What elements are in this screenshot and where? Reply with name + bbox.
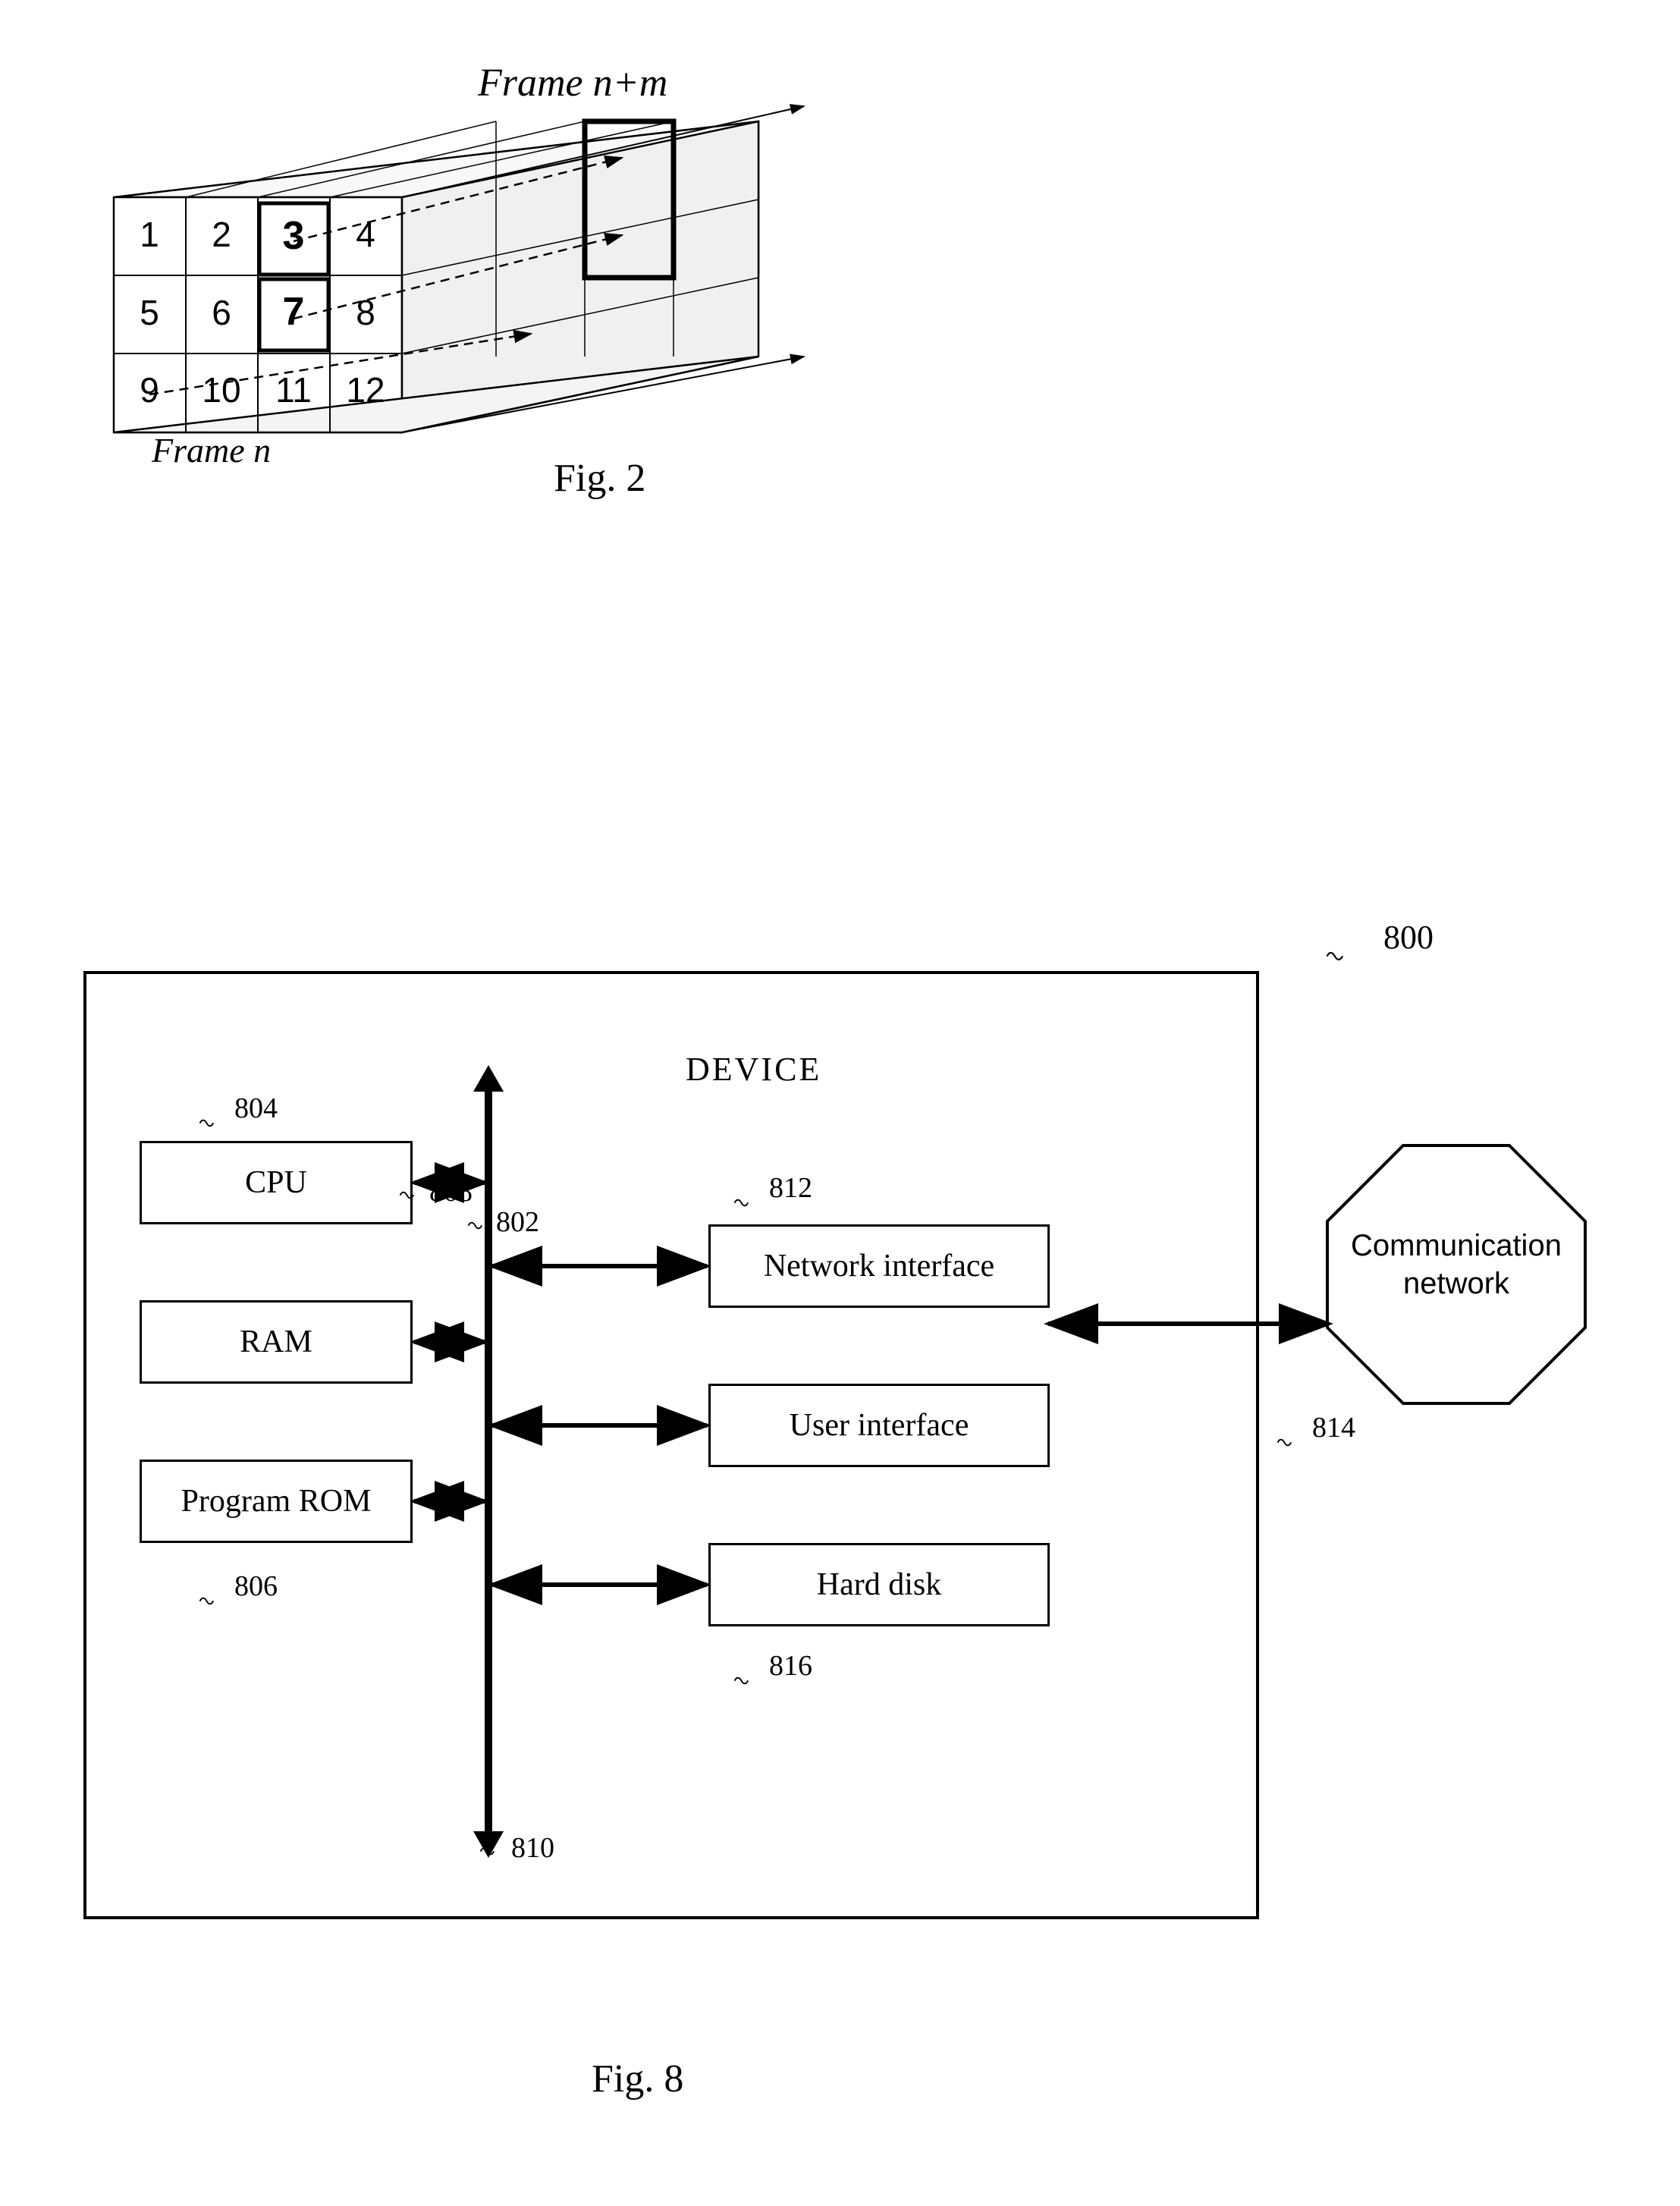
device-label: DEVICE <box>686 1050 821 1089</box>
ref-804: 804 <box>234 1092 278 1125</box>
frame-n-label: Frame n <box>152 430 271 470</box>
rom-box: Program ROM <box>140 1460 413 1543</box>
ref-814-tilde: ~ <box>1271 1425 1297 1461</box>
userif-box: User interface <box>708 1384 1050 1467</box>
svg-text:9: 9 <box>140 370 159 410</box>
cpu-label: CPU <box>245 1164 307 1201</box>
svg-text:1: 1 <box>140 215 159 254</box>
ref-810: 810 <box>511 1831 554 1865</box>
svg-text:Communication: Communication <box>1351 1229 1562 1262</box>
ref-808: 808 <box>429 1175 473 1208</box>
rom-label: Program ROM <box>181 1483 372 1519</box>
ram-label: RAM <box>240 1324 312 1360</box>
comm-net-svg: Communication network <box>1305 1123 1608 1426</box>
ref-802-tilde: ~ <box>462 1208 488 1244</box>
svg-text:7: 7 <box>283 290 305 334</box>
ref-810-tilde: ~ <box>474 1834 500 1870</box>
svg-text:network: network <box>1403 1267 1510 1300</box>
ref-806-tilde: ~ <box>193 1583 219 1620</box>
svg-text:11: 11 <box>275 370 312 410</box>
ram-box: RAM <box>140 1300 413 1384</box>
comm-net-container: Communication network 814 ~ <box>1305 1123 1608 1426</box>
ref-800: 800 <box>1383 918 1433 957</box>
cpu-box: CPU <box>140 1141 413 1224</box>
svg-text:6: 6 <box>212 293 231 332</box>
ref-812: 812 <box>769 1171 812 1205</box>
ref-814: 814 <box>1312 1411 1355 1444</box>
svg-text:2: 2 <box>212 215 231 254</box>
ref-816-tilde: ~ <box>728 1663 754 1699</box>
svg-text:5: 5 <box>140 293 159 332</box>
ref-800-tilde: ~ <box>1320 935 1350 977</box>
netif-box: Network interface <box>708 1224 1050 1308</box>
ref-812-tilde: ~ <box>728 1185 754 1221</box>
svg-text:10: 10 <box>202 370 240 410</box>
ref-806: 806 <box>234 1570 278 1603</box>
userif-label: User interface <box>790 1407 969 1444</box>
fig2-diagram: Frame n+m <box>76 46 834 516</box>
fig8-caption: Fig. 8 <box>592 2057 683 2101</box>
svg-text:12: 12 <box>346 370 385 410</box>
hddisk-box: Hard disk <box>708 1543 1050 1626</box>
device-box: DEVICE CPU 804 ~ RAM Program ROM 806 ~ N… <box>83 971 1259 1919</box>
hddisk-label: Hard disk <box>817 1567 941 1603</box>
svg-text:3: 3 <box>283 214 305 258</box>
ref-816: 816 <box>769 1649 812 1683</box>
fig2-caption: Fig. 2 <box>554 456 645 501</box>
fig8-diagram: 800 ~ DEVICE CPU 804 ~ RAM Program ROM 8… <box>61 910 1653 2124</box>
netif-label: Network interface <box>764 1248 994 1284</box>
ref-804-tilde: ~ <box>193 1105 219 1142</box>
ref-802: 802 <box>496 1205 539 1239</box>
